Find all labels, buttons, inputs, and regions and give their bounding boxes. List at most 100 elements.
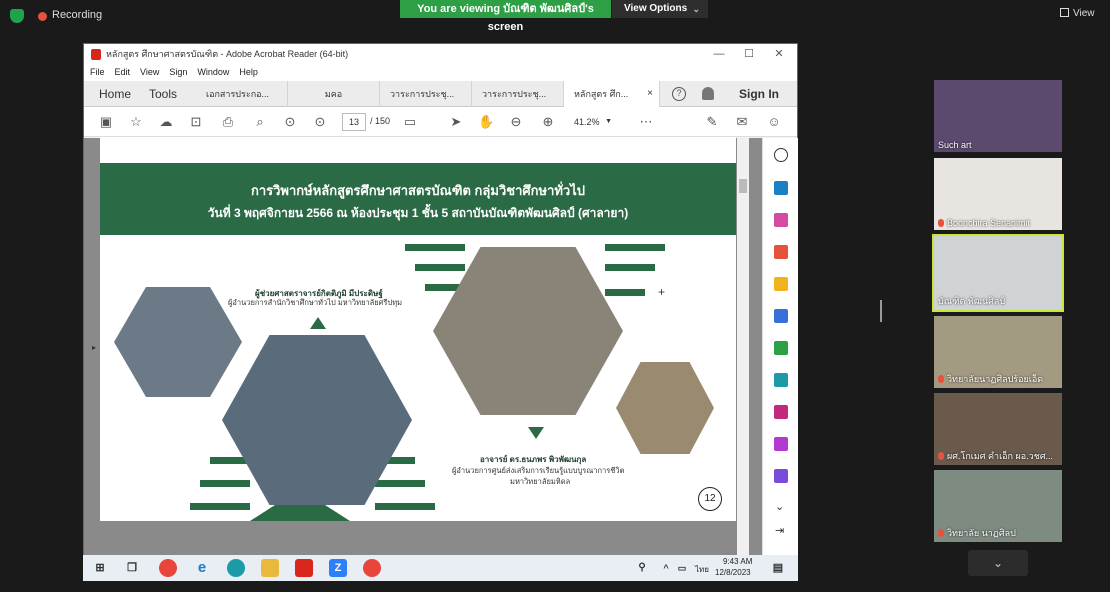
zoom-in-icon[interactable]: ⊕ xyxy=(540,114,556,130)
bell-icon[interactable] xyxy=(702,87,714,100)
clock-date[interactable]: 12/8/2023 xyxy=(715,568,751,577)
export-pdf-icon[interactable] xyxy=(774,245,788,259)
recording-icon xyxy=(38,12,47,21)
edge-icon[interactable] xyxy=(227,559,245,577)
decorative-stripe xyxy=(605,264,655,271)
save-icon[interactable]: ▣ xyxy=(98,114,114,130)
hand-tool-icon[interactable]: ✋ xyxy=(478,114,494,130)
scan-ocr-icon[interactable] xyxy=(774,373,788,387)
tab-document-1[interactable]: เอกสารประกอ... xyxy=(196,81,288,107)
clock-time[interactable]: 9:43 AM xyxy=(723,557,752,566)
lock-file-icon[interactable]: ⊡ xyxy=(188,114,204,130)
participant-tile-6[interactable]: วิทยาลัย นาฏศิลป xyxy=(934,470,1062,542)
participant-tile-1[interactable]: Such art xyxy=(934,80,1062,152)
chevron-down-icon: ⌄ xyxy=(692,4,700,14)
collapse-panel-icon[interactable]: ⇥ xyxy=(775,524,784,537)
page-down-icon[interactable]: ⊙ xyxy=(312,114,328,130)
view-options-button[interactable]: View Options ⌄ xyxy=(612,0,708,18)
pdf-slide-page: การวิพากษ์หลักสูตรศึกษาศาสตรบัณฑิต กลุ่ม… xyxy=(100,137,736,521)
notification-icon[interactable]: ▤ xyxy=(769,559,787,577)
chevron-down-icon[interactable]: ⌄ xyxy=(775,500,784,513)
people-icon[interactable]: ⚲ xyxy=(633,559,651,577)
left-panel-toggle-icon[interactable]: ▸ xyxy=(92,343,96,352)
acrobat-taskbar-icon[interactable] xyxy=(295,559,313,577)
view-button[interactable]: View xyxy=(1060,8,1095,19)
input-language[interactable]: ไทย xyxy=(695,563,709,576)
participant-tile-3[interactable]: บัณฑิต พัฒนศิลป์ xyxy=(932,234,1064,312)
home-tab[interactable]: Home xyxy=(99,81,131,107)
zoom-search-icon[interactable] xyxy=(774,148,788,162)
decorative-stripe xyxy=(405,244,465,251)
print-icon[interactable]: ⎙ xyxy=(220,114,236,130)
more-options-icon[interactable]: ⋯ xyxy=(638,114,654,130)
maximize-button[interactable]: ☐ xyxy=(734,44,764,64)
close-window-button[interactable]: ✕ xyxy=(764,44,794,64)
menu-file[interactable]: File xyxy=(84,64,109,77)
scrollbar-thumb[interactable] xyxy=(739,179,747,193)
menu-edit[interactable]: Edit xyxy=(109,64,135,77)
page-up-icon[interactable]: ⊙ xyxy=(282,114,298,130)
minimize-button[interactable]: — xyxy=(704,44,734,64)
bookmark-star-icon[interactable]: ☆ xyxy=(128,114,144,130)
more-participants-chevron-icon[interactable]: ⌄ xyxy=(968,550,1028,576)
create-pdf-icon[interactable] xyxy=(774,181,788,195)
security-shield-icon[interactable] xyxy=(10,9,24,23)
edge-legacy-icon[interactable]: e xyxy=(193,559,211,577)
help-icon[interactable]: ? xyxy=(672,87,686,101)
search-icon[interactable]: ⌕ xyxy=(252,114,268,130)
vertical-scrollbar[interactable] xyxy=(737,138,749,556)
chrome-profile-icon[interactable] xyxy=(363,559,381,577)
close-tab-icon[interactable]: × xyxy=(647,81,653,107)
presentation-icon[interactable]: ▭ xyxy=(402,114,418,130)
decorative-triangle xyxy=(528,427,544,439)
recording-label: Recording xyxy=(52,9,103,21)
muted-mic-icon xyxy=(938,452,944,460)
email-icon[interactable]: ✉ xyxy=(734,114,750,130)
tab-document-2[interactable]: มคอ xyxy=(288,81,380,107)
task-view-icon[interactable]: ❐ xyxy=(123,559,141,577)
organize-pages-icon[interactable] xyxy=(774,213,788,227)
page-number-input[interactable]: 13 xyxy=(342,113,366,131)
tab-document-4[interactable]: วาระการประชุ... xyxy=(472,81,564,107)
file-explorer-icon[interactable] xyxy=(261,559,279,577)
zoom-level-select[interactable]: 41.2% ▼ xyxy=(568,113,618,131)
sign-in-button[interactable]: Sign In xyxy=(739,81,779,107)
participant-tile-2[interactable]: Boonchira Senanimit xyxy=(934,158,1062,230)
window-titlebar: หลักสูตร ศึกษาศาสตรบัณฑิต - Adobe Acroba… xyxy=(84,44,797,64)
acrobat-app-icon xyxy=(91,49,101,60)
decorative-stripe xyxy=(375,480,425,487)
windows-taskbar: ⊞ ❐ e Z ⚲ ^ ▭ ไทย 9:43 AM 12/8/2023 ▤ xyxy=(83,555,798,581)
menu-help[interactable]: Help xyxy=(233,64,262,77)
windows-start-icon[interactable]: ⊞ xyxy=(91,559,109,577)
tab-document-5[interactable]: หลักสูตร ศึก... × xyxy=(564,81,660,107)
grid-icon xyxy=(1060,8,1069,17)
fill-sign-icon[interactable] xyxy=(774,405,788,419)
edit-pdf-icon[interactable] xyxy=(774,437,788,451)
menu-view[interactable]: View xyxy=(134,64,163,77)
participant-tile-4[interactable]: วิทยาลัยนาฏศิลปร้อยเอ็ด xyxy=(934,316,1062,388)
view-label: View xyxy=(1073,8,1095,19)
combine-files-icon[interactable] xyxy=(774,309,788,323)
participant-tile-5[interactable]: ผศ.โกเมศ คำเอ็ก ผอ.วชศ... xyxy=(934,393,1062,465)
chrome-icon[interactable] xyxy=(159,559,177,577)
request-signature-icon[interactable] xyxy=(774,469,788,483)
menu-sign[interactable]: Sign xyxy=(163,64,191,77)
comment-icon[interactable] xyxy=(774,277,788,291)
muted-mic-icon xyxy=(938,375,944,383)
participant-name: Such art xyxy=(938,140,972,150)
zoom-taskbar-icon[interactable]: Z xyxy=(329,559,347,577)
select-cursor-icon[interactable]: ➤ xyxy=(448,114,464,130)
sign-pen-icon[interactable]: ✎ xyxy=(704,114,720,130)
tab-document-3[interactable]: วาระการประชุ... xyxy=(380,81,472,107)
menu-window[interactable]: Window xyxy=(191,64,233,77)
meeting-photo-4 xyxy=(616,362,714,454)
share-user-icon[interactable]: ☺ xyxy=(766,114,782,130)
page-total: / 150 xyxy=(370,116,391,126)
upload-cloud-icon[interactable]: ☁ xyxy=(158,114,174,130)
tools-tab[interactable]: Tools xyxy=(149,81,177,107)
decorative-stripe xyxy=(605,244,665,251)
panel-divider-handle[interactable] xyxy=(880,300,882,322)
compress-icon[interactable] xyxy=(774,341,788,355)
network-icon[interactable]: ▭ xyxy=(673,559,691,577)
zoom-out-icon[interactable]: ⊖ xyxy=(508,114,524,130)
